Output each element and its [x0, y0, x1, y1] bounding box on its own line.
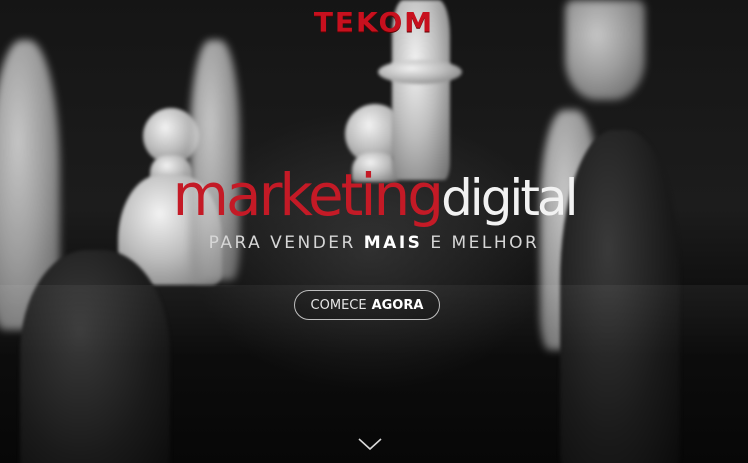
subline-text-3: E MELHOR — [422, 233, 540, 253]
subline-text-2: MAIS — [363, 233, 423, 253]
headline-marketing: marketing — [172, 161, 445, 229]
chevron-down-icon — [358, 438, 382, 451]
hero-section: TEKOM marketingdigital PARA VENDER MAIS … — [0, 0, 748, 463]
start-now-button[interactable]: COMECE AGORA — [294, 290, 440, 320]
cta-text-2: AGORA — [371, 297, 424, 313]
chess-king-collar — [378, 60, 462, 84]
hero-headline: marketingdigital — [0, 160, 748, 233]
scroll-down-button[interactable] — [356, 432, 384, 456]
subline-text-1: PARA VENDER — [208, 233, 364, 253]
brand-logo[interactable]: TEKOM — [0, 7, 748, 38]
cta-text-1: COMECE — [310, 297, 367, 313]
hero-subline: PARA VENDER MAIS E MELHOR — [0, 233, 748, 253]
headline-digital: digital — [441, 169, 578, 227]
